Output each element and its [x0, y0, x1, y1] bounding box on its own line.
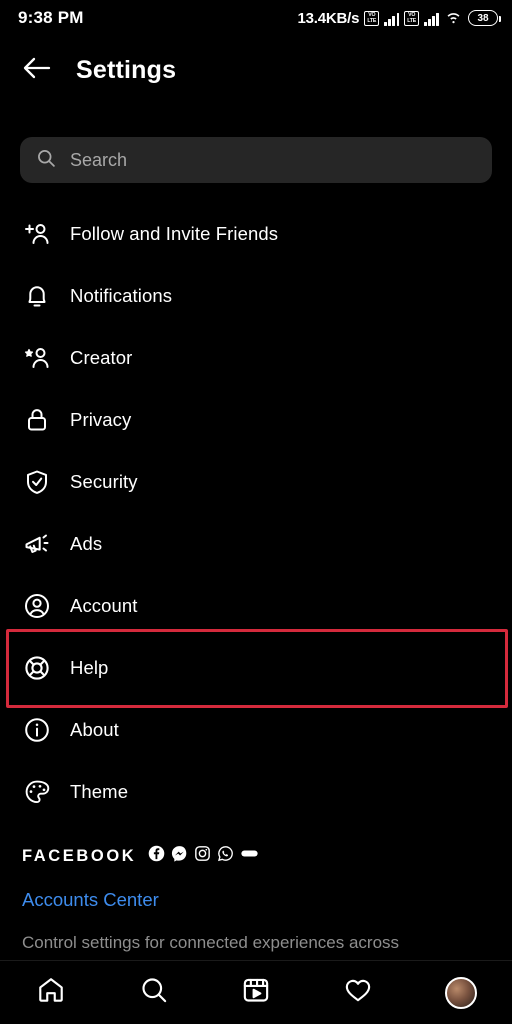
back-button[interactable] — [20, 53, 54, 87]
volte-icon-sim1: VO LTE — [364, 10, 380, 26]
portal-icon — [240, 845, 259, 867]
battery-indicator: 38 — [468, 10, 501, 26]
back-arrow-icon — [22, 55, 52, 86]
status-indicators: 13.4KB/s VO LTE VO LTE 38 — [297, 8, 501, 29]
megaphone-icon — [22, 529, 52, 559]
whatsapp-icon — [217, 845, 234, 867]
settings-item-ads[interactable]: Ads — [0, 513, 512, 575]
settings-item-label: Privacy — [70, 409, 132, 430]
life-ring-icon — [22, 653, 52, 683]
search-container: Search — [20, 137, 492, 183]
settings-item-label: Ads — [70, 533, 103, 554]
instagram-icon — [194, 845, 211, 867]
status-clock: 9:38 PM — [18, 8, 84, 27]
battery-level: 38 — [477, 12, 489, 24]
settings-item-label: Security — [70, 471, 138, 492]
info-circle-icon — [22, 715, 52, 745]
search-placeholder: Search — [70, 149, 128, 170]
page-title: Settings — [76, 55, 177, 84]
settings-item-label: Help — [70, 657, 109, 678]
settings-item-about[interactable]: About — [0, 699, 512, 761]
volte-label-bottom: LTE — [407, 18, 417, 24]
nav-reels[interactable] — [228, 965, 284, 1021]
settings-item-security[interactable]: Security — [0, 451, 512, 513]
settings-item-label: Account — [70, 595, 138, 616]
bell-icon — [22, 281, 52, 311]
facebook-icon — [148, 845, 165, 867]
nav-activity[interactable] — [330, 965, 386, 1021]
bottom-navigation — [0, 960, 512, 1024]
accounts-center-link[interactable]: Accounts Center — [22, 889, 492, 911]
nav-profile[interactable] — [433, 965, 489, 1021]
settings-item-creator[interactable]: Creator — [0, 327, 512, 389]
avatar-icon — [444, 976, 477, 1009]
app-header: Settings — [0, 36, 512, 104]
home-icon — [36, 975, 66, 1010]
network-speed: 13.4KB/s — [297, 9, 360, 27]
settings-item-privacy[interactable]: Privacy — [0, 389, 512, 451]
settings-item-follow-and-invite-friends[interactable]: Follow and Invite Friends — [0, 203, 512, 265]
settings-item-label: About — [70, 719, 119, 740]
status-bar: 9:38 PM 13.4KB/s VO LTE VO LTE 38 — [0, 0, 512, 36]
wifi-icon — [444, 8, 463, 29]
settings-item-theme[interactable]: Theme — [0, 761, 512, 823]
search-icon — [36, 148, 56, 173]
person-add-icon — [22, 219, 52, 249]
facebook-section: FACEBOOK Accounts Center Control setting… — [22, 845, 492, 954]
settings-item-label: Creator — [70, 347, 133, 368]
settings-item-account[interactable]: Account — [0, 575, 512, 637]
settings-list: Follow and Invite Friends Notifications … — [0, 203, 512, 823]
volte-icon-sim2: VO LTE — [404, 10, 420, 26]
settings-screen: 9:38 PM 13.4KB/s VO LTE VO LTE 38 Settin… — [0, 0, 512, 1024]
palette-icon — [22, 777, 52, 807]
search-input[interactable]: Search — [20, 137, 492, 183]
settings-item-help[interactable]: Help — [0, 629, 512, 708]
signal-bars-sim1 — [384, 11, 400, 26]
facebook-heading: FACEBOOK — [22, 846, 137, 865]
settings-item-label: Follow and Invite Friends — [70, 223, 279, 244]
shield-check-icon — [22, 467, 52, 497]
reels-icon — [241, 975, 271, 1010]
messenger-icon — [171, 845, 188, 867]
lock-icon — [22, 405, 52, 435]
signal-bars-sim2 — [424, 11, 439, 26]
settings-item-notifications[interactable]: Notifications — [0, 265, 512, 327]
settings-item-label: Notifications — [70, 285, 173, 306]
settings-item-label: Theme — [70, 781, 129, 802]
nav-search[interactable] — [126, 965, 182, 1021]
person-star-icon — [22, 343, 52, 373]
search-icon — [139, 975, 169, 1010]
person-circle-icon — [22, 591, 52, 621]
nav-home[interactable] — [23, 965, 79, 1021]
volte-label-bottom: LTE — [367, 18, 377, 24]
facebook-heading-row: FACEBOOK — [22, 845, 492, 867]
heart-icon — [343, 975, 373, 1010]
facebook-description: Control settings for connected experienc… — [22, 933, 400, 952]
facebook-brand-icons — [148, 845, 259, 867]
